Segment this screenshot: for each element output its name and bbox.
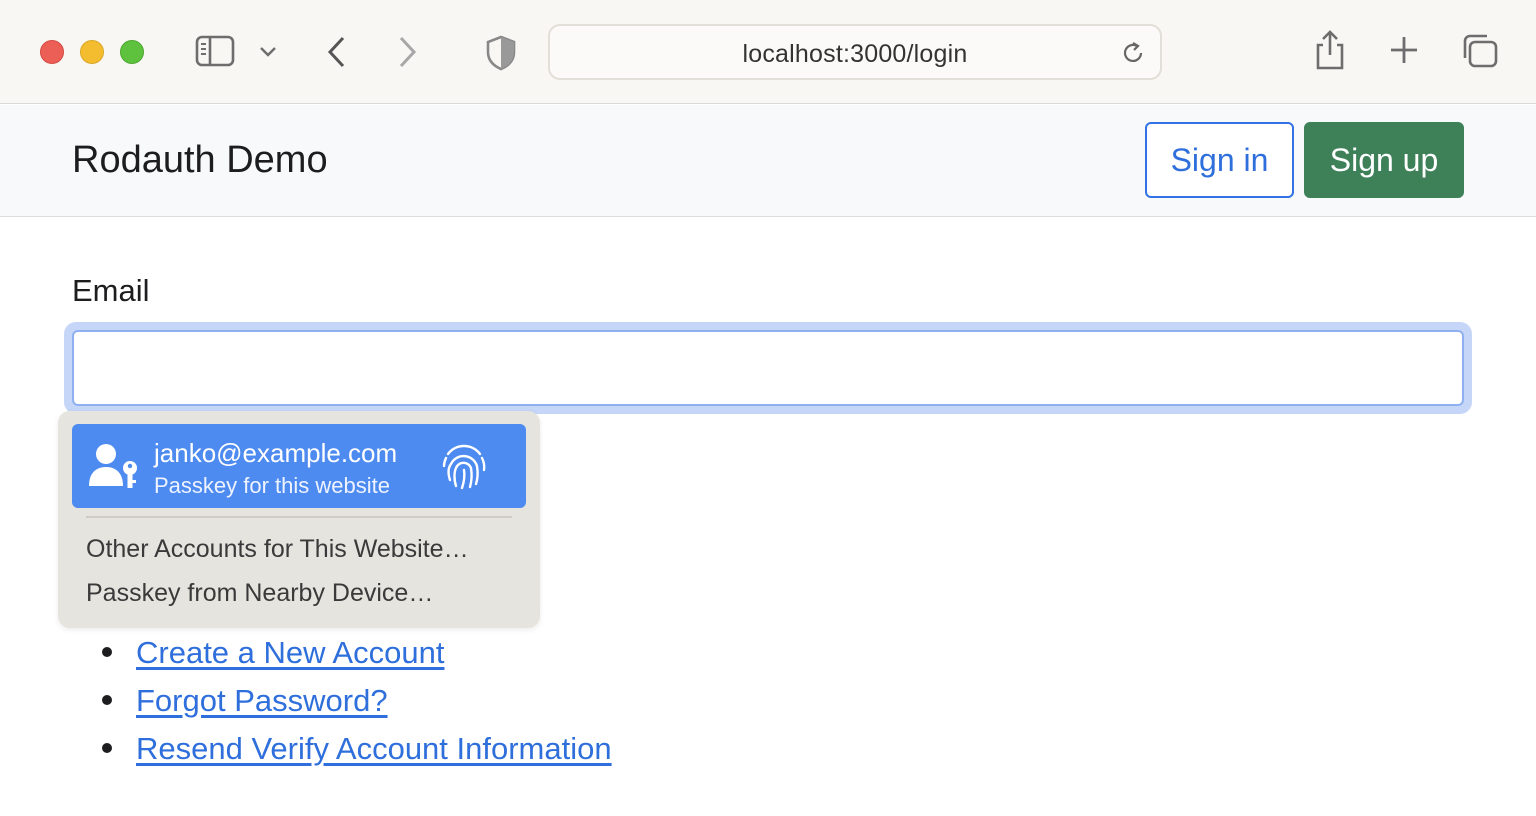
url-text: localhost:3000/login — [742, 40, 968, 68]
nearby-device-option[interactable]: Passkey from Nearby Device… — [86, 579, 433, 608]
passkey-autofill-menu: janko@example.com Passkey for this websi… — [58, 411, 540, 628]
brand-title[interactable]: Rodauth Demo — [72, 139, 328, 182]
chevron-left-icon[interactable] — [322, 34, 352, 70]
zoom-window-button[interactable] — [120, 40, 144, 64]
passkey-subtitle: Passkey for this website — [154, 473, 390, 498]
resend-verify-link[interactable]: Resend Verify Account Information — [136, 731, 612, 767]
sidebar-icon[interactable] — [194, 34, 236, 68]
sign-up-button[interactable]: Sign up — [1304, 122, 1464, 198]
user-key-icon — [88, 442, 142, 497]
minimize-window-button[interactable] — [80, 40, 104, 64]
fingerprint-icon — [438, 440, 490, 497]
menu-divider — [86, 516, 512, 518]
forgot-password-link[interactable]: Forgot Password? — [136, 683, 388, 719]
email-field[interactable] — [72, 330, 1464, 406]
site-navbar: Rodauth Demo Sign in Sign up — [0, 105, 1536, 217]
other-accounts-option[interactable]: Other Accounts for This Website… — [86, 535, 469, 564]
shield-icon[interactable] — [484, 34, 518, 72]
passkey-account-email: janko@example.com — [154, 438, 398, 468]
chevron-right-icon[interactable] — [392, 34, 422, 70]
create-account-link[interactable]: Create a New Account — [136, 635, 444, 671]
reload-icon[interactable] — [1120, 40, 1146, 71]
address-bar[interactable]: localhost:3000/login — [548, 24, 1162, 80]
share-icon[interactable] — [1312, 28, 1348, 72]
passkey-option[interactable]: janko@example.com Passkey for this websi… — [72, 424, 526, 508]
email-label: Email — [72, 273, 150, 308]
tabs-overview-icon[interactable] — [1460, 32, 1500, 70]
close-window-button[interactable] — [40, 40, 64, 64]
email-focus-ring — [64, 322, 1472, 414]
chevron-down-icon[interactable] — [256, 40, 280, 64]
browser-toolbar: localhost:3000/login — [0, 0, 1536, 104]
sign-in-button[interactable]: Sign in — [1145, 122, 1294, 198]
plus-icon[interactable] — [1388, 34, 1420, 66]
